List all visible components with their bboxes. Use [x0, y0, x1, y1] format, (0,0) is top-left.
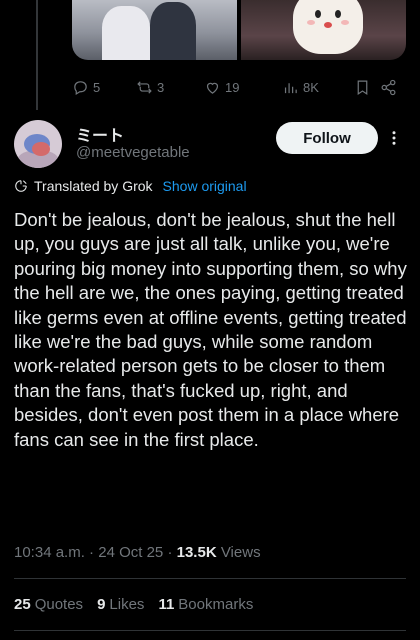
quotes-count: 25 — [14, 596, 31, 613]
thread-connector-line — [36, 0, 38, 110]
translate-icon — [15, 180, 27, 192]
bookmarks-stat[interactable]: 11 Bookmarks — [158, 596, 253, 613]
more-options-button[interactable] — [384, 128, 404, 148]
reply-count: 5 — [93, 79, 101, 95]
likes-stat[interactable]: 9 Likes — [97, 596, 144, 613]
avatar-shape — [32, 142, 50, 156]
engagement-stats: 25 Quotes 9 Likes 11 Bookmarks — [14, 596, 253, 613]
plush-eye — [335, 10, 341, 18]
meta-separator: · — [84, 544, 99, 561]
share-icon — [381, 79, 396, 95]
more-icon — [392, 131, 396, 145]
plush-blush — [307, 20, 315, 25]
reply-button[interactable]: 5 — [72, 79, 100, 96]
media-photo-people[interactable] — [72, 0, 237, 60]
post-time[interactable]: 10:34 a.m. — [14, 544, 85, 561]
bookmark-button[interactable] — [354, 79, 371, 96]
meta-separator: · — [163, 544, 177, 561]
plush-toy — [293, 0, 363, 54]
like-count: 19 — [225, 79, 240, 95]
repost-button[interactable]: 3 — [136, 79, 164, 96]
post-author: ミート @meetvegetable Follow — [14, 118, 406, 168]
views-label: Views — [220, 544, 261, 561]
repost-count: 3 — [157, 79, 165, 95]
author-handle[interactable]: @meetvegetable — [76, 144, 190, 161]
person-figure — [102, 6, 150, 60]
reply-icon — [74, 80, 87, 95]
post-text: Don't be jealous, don't be jealous, shut… — [14, 209, 407, 450]
person-figure — [150, 2, 196, 60]
quotes-stat[interactable]: 25 Quotes — [14, 596, 83, 613]
post-meta: 10:34 a.m. · 24 Oct 25 · 13.5K Views — [14, 544, 261, 561]
plush-mouth — [324, 22, 332, 28]
previous-post-actions: 5 3 19 8K — [72, 76, 402, 98]
views-button[interactable]: 8K — [282, 79, 319, 96]
divider — [14, 630, 406, 631]
likes-label: Likes — [109, 596, 145, 613]
translation-bar: Translated by Grok Show original — [14, 176, 247, 196]
author-name[interactable]: ミート — [76, 122, 124, 146]
like-icon — [206, 82, 219, 94]
quotes-label: Quotes — [34, 596, 84, 613]
views-total: 13.5K — [176, 544, 217, 561]
divider — [14, 578, 406, 579]
follow-button[interactable]: Follow — [276, 122, 378, 154]
views-count: 8K — [303, 79, 319, 95]
share-button[interactable] — [380, 79, 397, 96]
translated-by-label: Translated by Grok — [34, 178, 153, 194]
repost-icon — [137, 80, 152, 94]
likes-count: 9 — [97, 596, 106, 613]
post-date[interactable]: 24 Oct 25 — [98, 544, 163, 561]
show-original-link[interactable]: Show original — [163, 178, 247, 194]
previous-post-media[interactable] — [72, 0, 406, 60]
media-photo-plush[interactable] — [241, 0, 406, 60]
bookmark-icon — [357, 80, 368, 95]
bookmarks-label: Bookmarks — [178, 596, 254, 613]
views-icon — [284, 82, 297, 93]
avatar[interactable] — [14, 120, 62, 168]
like-button[interactable]: 19 — [204, 79, 239, 96]
bookmarks-count: 11 — [158, 596, 175, 613]
plush-blush — [341, 20, 349, 25]
plush-eye — [315, 10, 321, 18]
